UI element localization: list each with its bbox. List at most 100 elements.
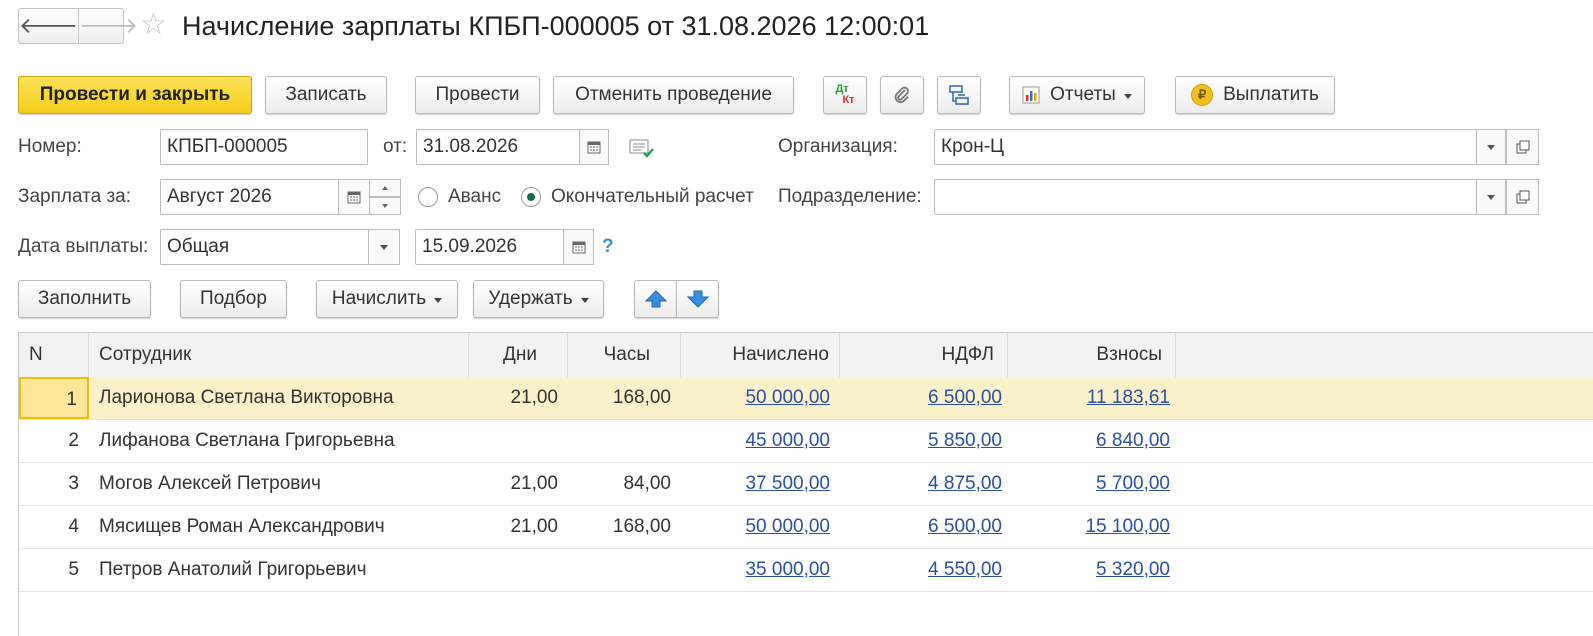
cancel-post-button[interactable]: Отменить проведение bbox=[553, 76, 794, 114]
cell-days[interactable]: 21,00 bbox=[469, 506, 568, 548]
cell-n[interactable]: 1 bbox=[19, 377, 89, 419]
pay-button[interactable]: ₽ Выплатить bbox=[1175, 76, 1335, 114]
period-up-button[interactable] bbox=[369, 179, 401, 197]
cell-accrued-link[interactable]: 50 000,00 bbox=[745, 387, 830, 408]
cell-employee[interactable]: Петров Анатолий Григорьевич bbox=[89, 549, 469, 591]
cell-hours[interactable] bbox=[568, 420, 681, 462]
open-window-icon bbox=[1516, 190, 1529, 204]
cell-employee[interactable]: Лифанова Светлана Григорьевна bbox=[89, 420, 469, 462]
pay-label: Выплатить bbox=[1223, 84, 1319, 105]
cell-contributions-link[interactable]: 5 320,00 bbox=[1096, 559, 1170, 580]
attach-button[interactable] bbox=[880, 76, 924, 114]
final-settlement-radio-label[interactable]: Окончательный расчет bbox=[551, 180, 754, 214]
column-header-hours[interactable]: Часы bbox=[568, 333, 681, 377]
open-window-icon bbox=[1516, 140, 1529, 154]
accrue-button[interactable]: Начислить bbox=[316, 280, 458, 318]
cell-accrued-link[interactable]: 37 500,00 bbox=[745, 473, 830, 494]
cell-accrued-link[interactable]: 45 000,00 bbox=[745, 430, 830, 451]
division-open-button[interactable] bbox=[1506, 179, 1539, 215]
cell-employee[interactable]: Могов Алексей Петрович bbox=[89, 463, 469, 505]
table-row[interactable]: 4 Мясищев Роман Александрович 21,00 168,00 5… bbox=[19, 506, 1593, 549]
pay-date-calendar-button[interactable] bbox=[563, 229, 594, 265]
calendar-icon bbox=[587, 141, 601, 154]
forward-button[interactable]: 🡒 bbox=[79, 9, 138, 43]
move-up-button[interactable] bbox=[634, 280, 677, 318]
chevron-down-icon bbox=[580, 297, 589, 303]
comment-check-icon[interactable] bbox=[629, 138, 655, 160]
organization-field[interactable]: Крон-Ц bbox=[934, 129, 1478, 165]
cell-employee[interactable]: Мясищев Роман Александрович bbox=[89, 506, 469, 548]
cell-accrued: 50 000,00 bbox=[681, 506, 840, 548]
table-row[interactable]: 2 Лифанова Светлана Григорьевна 45 000,00 5… bbox=[19, 420, 1593, 463]
period-down-button[interactable] bbox=[369, 197, 401, 215]
cell-hours[interactable]: 84,00 bbox=[568, 463, 681, 505]
dtkt-button[interactable]: Дт Кт bbox=[823, 76, 867, 114]
cell-contributions-link[interactable]: 11 183,61 bbox=[1087, 387, 1170, 408]
date-field[interactable]: 31.08.2026 bbox=[416, 129, 581, 165]
withhold-button[interactable]: Удержать bbox=[473, 280, 604, 318]
division-dropdown-button[interactable] bbox=[1476, 179, 1506, 215]
save-button[interactable]: Записать bbox=[265, 76, 387, 114]
date-calendar-button[interactable] bbox=[579, 129, 609, 165]
cell-hours[interactable] bbox=[568, 549, 681, 591]
pay-date-type-select[interactable]: Общая bbox=[160, 229, 370, 265]
cell-n[interactable]: 4 bbox=[19, 506, 89, 548]
cell-ndfl: 6 500,00 bbox=[840, 506, 1008, 548]
cell-days[interactable]: 21,00 bbox=[469, 377, 568, 419]
cell-contributions-link[interactable]: 6 840,00 bbox=[1096, 430, 1170, 451]
table-row[interactable]: 1 Ларионова Светлана Викторовна 21,00 168,0… bbox=[19, 377, 1593, 420]
organization-open-button[interactable] bbox=[1506, 129, 1539, 165]
structure-button[interactable] bbox=[937, 76, 981, 114]
cell-hours[interactable]: 168,00 bbox=[568, 506, 681, 548]
post-and-close-button[interactable]: Провести и закрыть bbox=[18, 76, 252, 114]
spin-up-icon bbox=[382, 186, 388, 190]
help-icon[interactable]: ? bbox=[602, 236, 614, 258]
column-header-employee[interactable]: Сотрудник bbox=[89, 333, 469, 377]
favorite-star-icon[interactable]: ☆ bbox=[140, 10, 167, 40]
fill-button[interactable]: Заполнить bbox=[18, 280, 151, 318]
pay-date-type-dropdown-button[interactable] bbox=[368, 229, 400, 265]
withhold-label: Удержать bbox=[488, 288, 573, 309]
cell-ndfl-link[interactable]: 4 875,00 bbox=[928, 473, 1002, 494]
cell-contributions-link[interactable]: 5 700,00 bbox=[1096, 473, 1170, 494]
cell-hours[interactable]: 168,00 bbox=[568, 377, 681, 419]
salary-period-field[interactable]: Август 2026 bbox=[160, 179, 340, 215]
table-row[interactable]: 3 Могов Алексей Петрович 21,00 84,00 37 500,… bbox=[19, 463, 1593, 506]
column-header-n[interactable]: N bbox=[19, 333, 89, 377]
column-header-accrued[interactable]: Начислено bbox=[681, 333, 840, 377]
organization-dropdown-button[interactable] bbox=[1476, 129, 1506, 165]
cell-ndfl-link[interactable]: 5 850,00 bbox=[928, 430, 1002, 451]
pay-date-field[interactable]: 15.09.2026 bbox=[415, 229, 565, 265]
post-button[interactable]: Провести bbox=[415, 76, 540, 114]
back-button[interactable]: 🡐 bbox=[19, 9, 79, 43]
cell-employee[interactable]: Ларионова Светлана Викторовна bbox=[89, 377, 469, 419]
cell-days[interactable] bbox=[469, 420, 568, 462]
cell-n[interactable]: 2 bbox=[19, 420, 89, 462]
pick-button[interactable]: Подбор bbox=[180, 280, 287, 318]
reports-button[interactable]: Отчеты bbox=[1009, 76, 1145, 114]
cell-n[interactable]: 5 bbox=[19, 549, 89, 591]
number-field[interactable]: КПБП-000005 bbox=[160, 129, 368, 165]
period-calendar-button[interactable] bbox=[338, 179, 370, 215]
move-down-button[interactable] bbox=[676, 280, 719, 318]
cell-days[interactable] bbox=[469, 549, 568, 591]
column-header-days[interactable]: Дни bbox=[469, 333, 568, 377]
advance-radio-label[interactable]: Аванс bbox=[448, 180, 501, 214]
cell-ndfl-link[interactable]: 4 550,00 bbox=[928, 559, 1002, 580]
cell-contributions-link[interactable]: 15 100,00 bbox=[1085, 516, 1170, 537]
column-header-ndfl[interactable]: НДФЛ bbox=[840, 333, 1008, 377]
cell-n[interactable]: 3 bbox=[19, 463, 89, 505]
cell-ndfl-link[interactable]: 6 500,00 bbox=[928, 387, 1002, 408]
cell-accrued-link[interactable]: 50 000,00 bbox=[745, 516, 830, 537]
organization-label: Организация: bbox=[778, 136, 898, 157]
column-header-contributions[interactable]: Взносы bbox=[1008, 333, 1176, 377]
cell-accrued: 50 000,00 bbox=[681, 377, 840, 419]
chevron-down-icon bbox=[434, 297, 443, 303]
cell-days[interactable]: 21,00 bbox=[469, 463, 568, 505]
cell-ndfl-link[interactable]: 6 500,00 bbox=[928, 516, 1002, 537]
final-settlement-radio[interactable] bbox=[521, 187, 541, 207]
cell-accrued-link[interactable]: 35 000,00 bbox=[745, 559, 830, 580]
division-field[interactable] bbox=[934, 179, 1478, 215]
advance-radio[interactable] bbox=[418, 187, 438, 207]
table-row[interactable]: 5 Петров Анатолий Григорьевич 35 000,00 4 5… bbox=[19, 549, 1593, 592]
